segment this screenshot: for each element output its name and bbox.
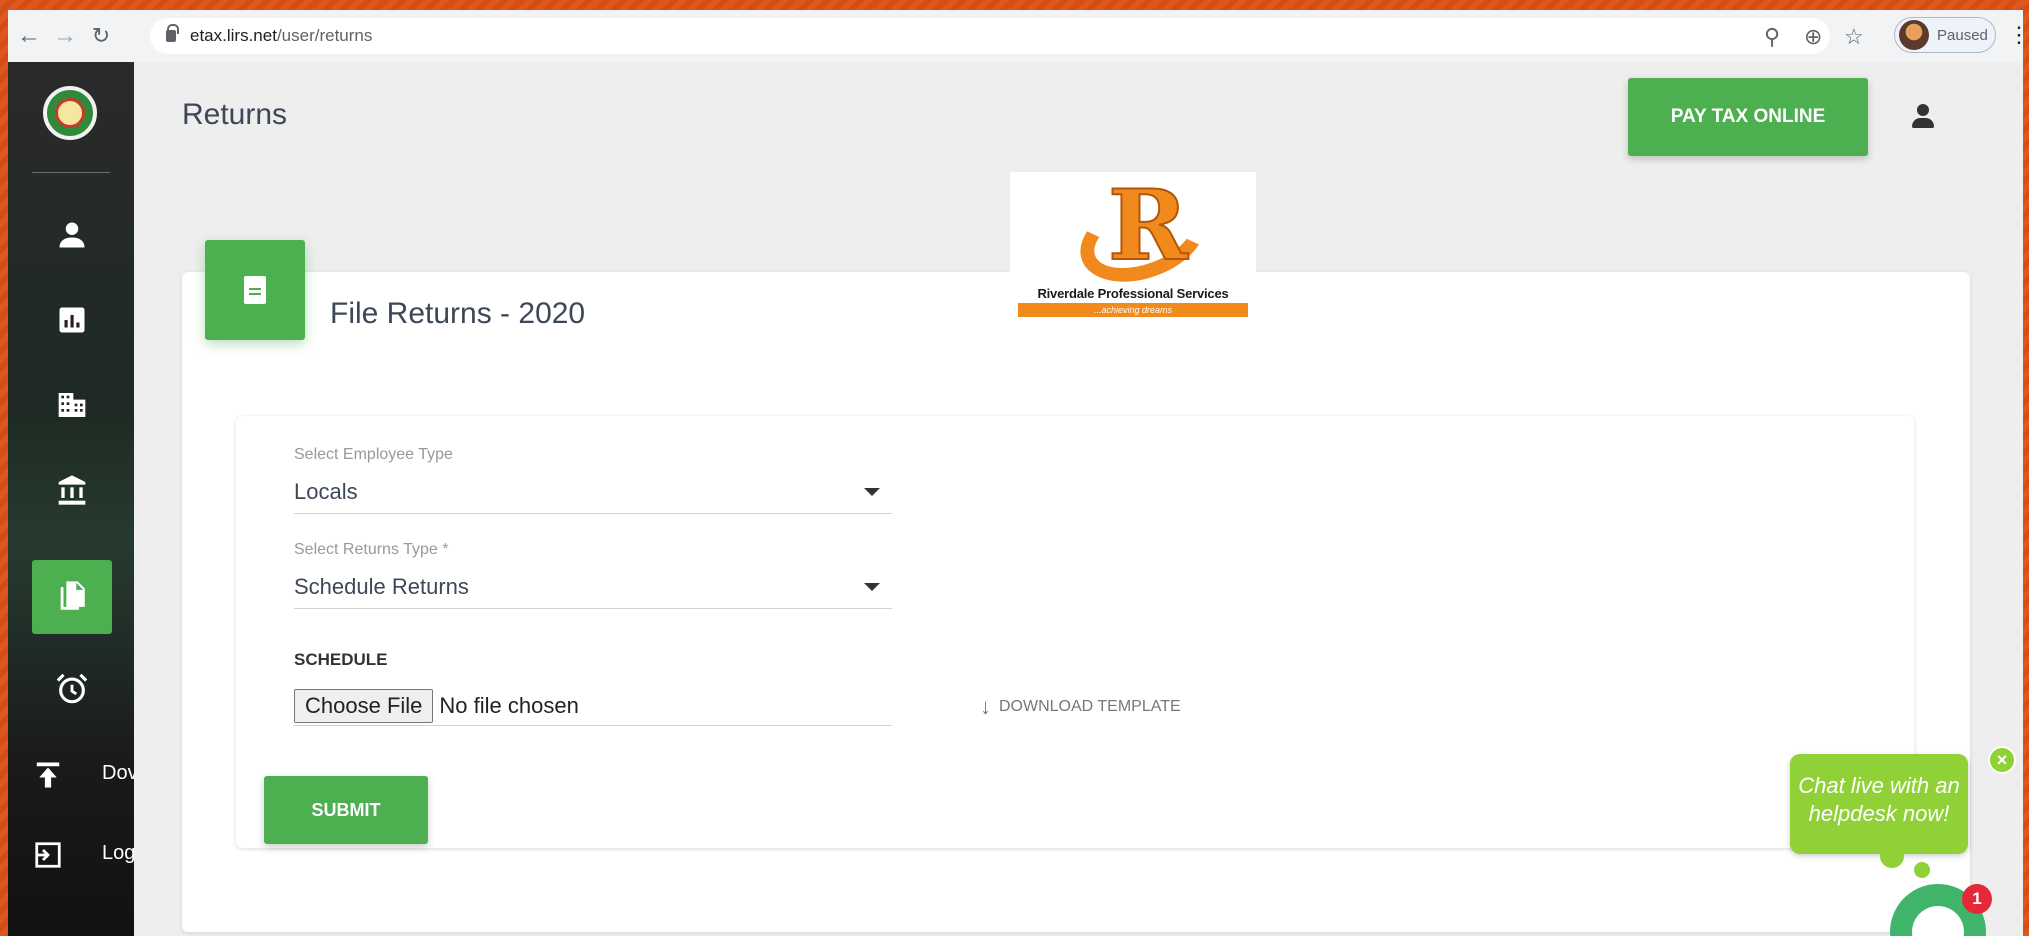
lock-icon[interactable] xyxy=(166,24,179,42)
returns-form: Select Employee Type Locals Select Retur… xyxy=(236,416,1914,848)
submit-button[interactable]: SUBMIT xyxy=(264,776,428,844)
sidebar-label-download[interactable]: Dov xyxy=(102,762,138,785)
chat-icon xyxy=(1912,906,1964,936)
logo-company-name: Riverdale Professional Services xyxy=(1037,286,1229,301)
logo-letter: R xyxy=(1107,169,1189,282)
slide-frame-top xyxy=(0,0,2029,10)
sidebar-item-business[interactable] xyxy=(32,368,112,442)
bank-icon xyxy=(58,475,86,505)
download-template-link[interactable]: ↓ DOWNLOAD TEMPLATE xyxy=(980,694,1181,720)
card-header-icon xyxy=(205,240,305,340)
schedule-file-input[interactable]: Choose File No file chosen xyxy=(294,686,892,726)
building-icon xyxy=(58,393,86,417)
sidebar-divider xyxy=(32,172,110,173)
chevron-down-icon xyxy=(864,487,880,496)
key-icon[interactable]: ⚲ xyxy=(1764,24,1780,50)
more-icon[interactable]: ⋮ xyxy=(2008,22,2029,48)
avatar xyxy=(1899,20,1929,50)
close-icon[interactable]: × xyxy=(1988,746,2016,774)
choose-file-button[interactable]: Choose File xyxy=(294,688,434,723)
sidebar: Dov Log xyxy=(8,62,138,936)
sidebar-item-bank[interactable] xyxy=(32,453,112,527)
returns-type-select[interactable]: Schedule Returns xyxy=(294,565,892,609)
url-path: /user/returns xyxy=(276,26,373,45)
employee-type-select[interactable]: Locals xyxy=(294,470,892,514)
employee-type-value: Locals xyxy=(294,478,358,504)
file-status: No file chosen xyxy=(439,692,579,718)
sidebar-item-reports[interactable] xyxy=(32,283,112,357)
lirs-logo[interactable] xyxy=(43,86,97,140)
forward-icon[interactable]: → xyxy=(50,21,80,51)
user-icon xyxy=(59,222,85,248)
chat-bubble-dot xyxy=(1914,862,1930,878)
star-icon[interactable]: ☆ xyxy=(1844,24,1864,50)
browser-toolbar: ← → ↻ etax.lirs.net/user/returns ⚲ ⊕ ☆ P… xyxy=(8,10,2029,62)
back-icon[interactable]: ← xyxy=(14,21,44,51)
alarm-icon xyxy=(56,673,88,704)
logout-icon xyxy=(35,842,61,868)
logo-tagline: ...achieving dreams xyxy=(1018,303,1248,317)
employee-type-label: Select Employee Type xyxy=(294,446,453,463)
returns-type-label: Select Returns Type * xyxy=(294,541,449,558)
main-content: Returns PAY TAX ONLINE File Returns - 20… xyxy=(134,62,2023,936)
chat-unread-badge: 1 xyxy=(1962,884,1992,914)
sidebar-item-profile[interactable] xyxy=(32,198,112,272)
account-icon-head xyxy=(1917,104,1929,116)
returns-type-value: Schedule Returns xyxy=(294,573,469,599)
account-icon-body xyxy=(1912,118,1934,128)
account-icon[interactable] xyxy=(1908,102,1938,132)
slide-frame-right xyxy=(2023,0,2029,936)
document-icon xyxy=(244,276,266,304)
riverdale-logo: R Riverdale Professional Services ...ach… xyxy=(1010,172,1256,332)
sidebar-item-download[interactable] xyxy=(18,738,78,812)
address-bar[interactable]: etax.lirs.net/user/returns xyxy=(150,18,1830,54)
chart-icon xyxy=(59,307,85,333)
sidebar-item-returns[interactable] xyxy=(32,560,112,634)
profile-button[interactable]: Paused xyxy=(1894,17,1996,53)
sidebar-label-logout[interactable]: Log xyxy=(102,842,135,865)
chat-prompt-bubble[interactable]: Chat live with an helpdesk now! xyxy=(1790,754,1968,854)
card-title: File Returns - 2020 xyxy=(330,297,586,330)
profile-status: Paused xyxy=(1937,26,1988,44)
schedule-label: SCHEDULE xyxy=(294,650,388,669)
files-icon xyxy=(60,581,85,610)
url-host: etax.lirs.net xyxy=(190,26,277,45)
download-template-label: DOWNLOAD TEMPLATE xyxy=(999,698,1181,715)
upload-icon xyxy=(36,762,60,788)
sidebar-item-logout[interactable] xyxy=(18,818,78,892)
reload-icon[interactable]: ↻ xyxy=(86,21,116,51)
page-title: Returns xyxy=(182,98,288,131)
logo-emblem xyxy=(55,98,85,128)
slide-frame-left xyxy=(0,0,8,936)
chevron-down-icon xyxy=(864,582,880,591)
arrow-down-icon: ↓ xyxy=(980,694,991,719)
pay-tax-online-button[interactable]: PAY TAX ONLINE xyxy=(1628,78,1868,156)
riverdale-logo-mark: R xyxy=(1058,169,1218,298)
zoom-icon[interactable]: ⊕ xyxy=(1804,24,1822,50)
sidebar-item-reminders[interactable] xyxy=(32,652,112,726)
